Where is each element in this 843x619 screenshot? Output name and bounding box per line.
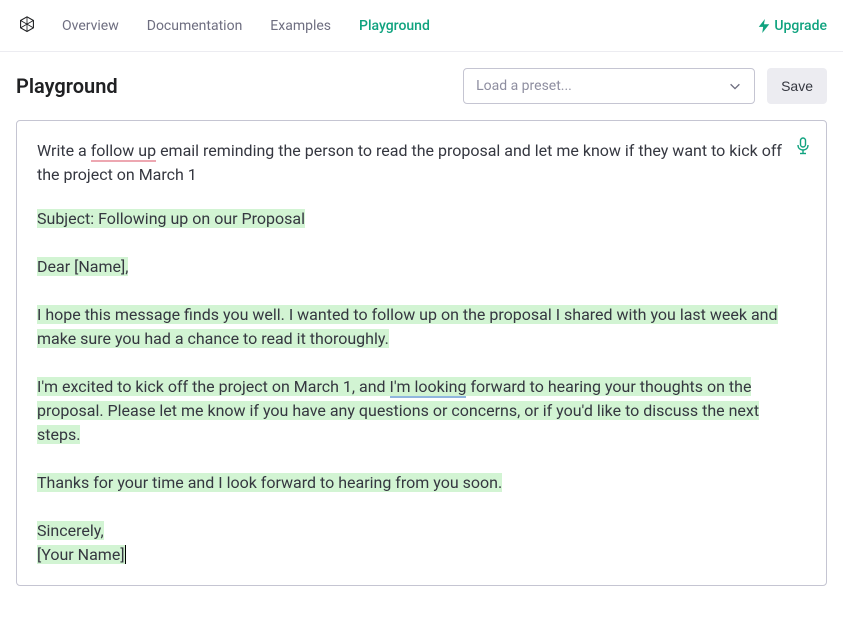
generated-output: Subject: Following up on our Proposal De… (37, 207, 797, 567)
preset-select[interactable]: Load a preset... (463, 68, 755, 104)
nav-examples[interactable]: Examples (270, 18, 331, 34)
nav-overview[interactable]: Overview (62, 18, 119, 34)
microphone-icon[interactable] (796, 137, 810, 159)
user-prompt-text: Write a follow up email reminding the pe… (37, 139, 797, 187)
spellcheck-underline: follow up (91, 141, 156, 162)
upgrade-link[interactable]: Upgrade (758, 18, 827, 34)
header-controls: Load a preset... Save (463, 68, 827, 104)
editor-container: Write a follow up email reminding the pe… (0, 120, 843, 586)
nav-links: Overview Documentation Examples Playgrou… (62, 18, 758, 34)
prompt-editor[interactable]: Write a follow up email reminding the pe… (16, 120, 827, 586)
grammarcheck-underline: I'm looking (390, 377, 467, 398)
chevron-down-icon (728, 79, 742, 93)
nav-documentation[interactable]: Documentation (147, 18, 243, 34)
editor-content[interactable]: Write a follow up email reminding the pe… (37, 139, 797, 567)
save-button[interactable]: Save (767, 68, 827, 104)
openai-logo-icon[interactable] (16, 15, 38, 37)
top-nav: Overview Documentation Examples Playgrou… (0, 0, 843, 52)
bolt-icon (758, 19, 770, 33)
page-header: Playground Load a preset... Save (0, 52, 843, 120)
upgrade-label: Upgrade (774, 18, 827, 34)
nav-playground[interactable]: Playground (359, 18, 430, 34)
text-caret: [Your Name] (37, 545, 126, 564)
page-title: Playground (16, 74, 118, 98)
preset-placeholder: Load a preset... (476, 78, 572, 94)
